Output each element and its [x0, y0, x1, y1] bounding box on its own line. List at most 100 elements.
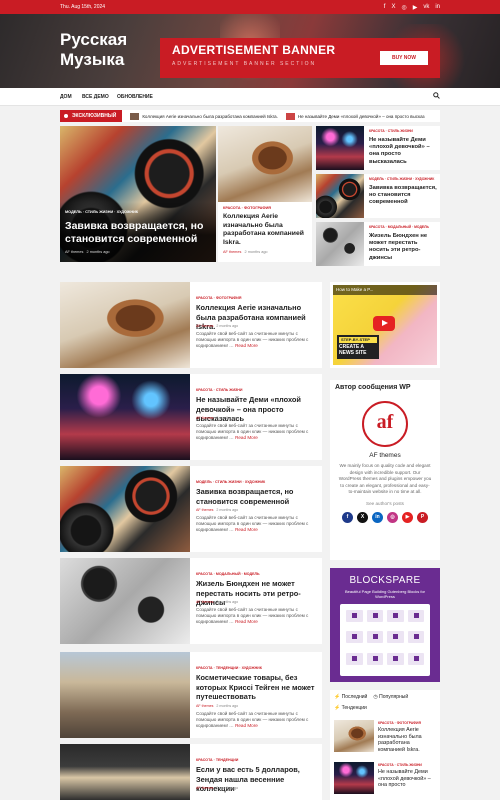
post-categories[interactable]: МОДЕЛЬ · СТИЛЬ ЖИЗНИ · ХУДОЖНИК — [65, 210, 138, 214]
ticker-item[interactable]: Не называйте Деми «плохой девочкой» – он… — [285, 112, 425, 120]
featured-main-post[interactable]: МОДЕЛЬ · СТИЛЬ ЖИЗНИ · ХУДОЖНИК Завивка … — [60, 126, 216, 262]
play-icon[interactable] — [373, 316, 395, 331]
post-categories[interactable]: КРАСОТА · МОДАЛЬНЫЙ · МОДЕЛЬ — [196, 572, 260, 576]
featured-side-post[interactable]: КРАСОТА · МОДАЛЬНЫЙ · МОДЕЛЬ Жизель Бюнд… — [316, 222, 440, 266]
linkedin-icon[interactable]: in — [435, 4, 440, 11]
read-more-link[interactable]: Read More — [235, 723, 258, 728]
featured-side-post[interactable]: МОДЕЛЬ · СТИЛЬ ЖИЗНИ · ХУДОЖНИК Завивка … — [316, 174, 440, 218]
blockspare-ad[interactable]: BLOCKSPARE Beautiful Page Building Guten… — [330, 568, 440, 682]
post-title[interactable]: Завивка возвращается, но становится совр… — [369, 185, 439, 207]
nav-item-all-demos[interactable]: ВСЕ ДЕМО — [82, 94, 109, 100]
instagram-icon[interactable]: ◎ — [401, 4, 406, 11]
video-player[interactable]: How to Make a P... STEP-BY-STEP CREATE A… — [333, 285, 437, 365]
post-image[interactable] — [316, 174, 364, 218]
instagram-icon[interactable]: ◎ — [387, 511, 398, 523]
video-banner-text: CREATE A NEWS SITE — [339, 344, 367, 356]
post-author[interactable]: AF themes — [223, 250, 241, 254]
nav-item-updates[interactable]: ОБНОВЛЕНИЕ — [117, 94, 153, 100]
post-categories[interactable]: КРАСОТА · ФОТОГРАФИЯ — [378, 721, 421, 725]
post-author[interactable]: AF themes — [196, 786, 213, 790]
ticker-item[interactable]: Коллекция Aerie изначально была разработ… — [130, 112, 278, 120]
post-categories[interactable]: КРАСОТА · СТИЛЬ ЖИЗНИ — [196, 388, 243, 392]
facebook-icon[interactable]: f — [384, 4, 386, 11]
advertisement-banner[interactable]: ADVERTISEMENT BANNER ADVERTISEMENT BANNE… — [160, 38, 440, 78]
post-time: 2 months ago — [86, 250, 110, 254]
author-logo-text: af — [376, 411, 394, 433]
tab-popular[interactable]: ◷ Популярный — [373, 694, 408, 700]
main-nav: ДОМ ВСЕ ДЕМО ОБНОВЛЕНИЕ — [0, 88, 500, 106]
read-more-link[interactable]: Read More — [235, 343, 258, 348]
post-image[interactable] — [60, 558, 190, 644]
blockspare-screenshot — [340, 604, 430, 676]
featured-side-post[interactable]: КРАСОТА · СТИЛЬ ЖИЗНИ Не называйте Деми … — [316, 126, 440, 170]
pinterest-icon[interactable]: P — [417, 511, 428, 523]
post-author[interactable]: AF themes — [196, 508, 213, 512]
post-image[interactable] — [60, 374, 190, 460]
nav-item-home[interactable]: ДОМ — [60, 94, 72, 100]
linkedin-icon[interactable]: in — [372, 511, 383, 523]
post-image[interactable] — [60, 282, 190, 368]
post-categories[interactable]: КРАСОТА · СТИЛЬ ЖИЗНИ — [378, 763, 422, 767]
post-image[interactable] — [316, 126, 364, 170]
post-categories[interactable]: МОДЕЛЬ · СТИЛЬ ЖИЗНИ · ХУДОЖНИК — [196, 480, 265, 484]
post-time: 2 months ago — [216, 324, 239, 328]
tab-post-item[interactable]: КРАСОТА · ФОТОГРАФИЯ Коллекция Aerie изн… — [334, 720, 436, 756]
post-title[interactable]: Косметические товары, без которых Криссі… — [196, 673, 318, 702]
post-title[interactable]: Не называйте Деми «плохой девочкой» – он… — [369, 137, 439, 166]
post-author[interactable]: AF themes — [196, 416, 213, 420]
post-image[interactable] — [334, 720, 374, 752]
featured-secondary-post[interactable]: КРАСОТА · ФОТОГРАФИЯ Коллекция Aerie изн… — [218, 126, 312, 262]
youtube-icon[interactable]: ▶ — [402, 511, 413, 523]
post-image[interactable] — [316, 222, 364, 266]
post-categories[interactable]: КРАСОТА · ТЕНДЕНЦИИ — [196, 758, 238, 762]
author-posts-link[interactable]: See author's posts — [334, 501, 436, 506]
post-image[interactable] — [60, 652, 190, 738]
search-icon[interactable] — [433, 92, 440, 101]
tab-trending[interactable]: ⚡ Тенденции — [334, 705, 436, 711]
x-icon[interactable]: X — [357, 511, 368, 523]
post-title[interactable]: Завивка возвращается, но становится совр… — [196, 487, 318, 506]
post-title[interactable]: Жизель Бюндхен не может перестать носить… — [369, 233, 439, 262]
author-logo[interactable]: af — [362, 401, 408, 447]
vk-icon[interactable]: vk — [423, 4, 429, 11]
post-categories[interactable]: МОДЕЛЬ · СТИЛЬ ЖИЗНИ · ХУДОЖНИК — [369, 177, 439, 181]
post-author[interactable]: AF themes — [196, 600, 213, 604]
list-post: КРАСОТА · МОДАЛЬНЫЙ · МОДЕЛЬ Жизель Бюнд… — [60, 558, 322, 644]
tab-trending-label: Тенденции — [341, 705, 367, 711]
post-title[interactable]: Коллекция Aerie изначально была разработ… — [223, 213, 309, 247]
read-more-link[interactable]: Read More — [235, 435, 258, 440]
post-title[interactable]: Завивка возвращается, но становится совр… — [65, 220, 213, 246]
youtube-icon[interactable]: ▶ — [413, 4, 418, 11]
author-name[interactable]: AF themes — [334, 452, 436, 459]
tab-latest[interactable]: ⚡ Последний — [334, 694, 367, 700]
post-categories[interactable]: КРАСОТА · СТИЛЬ ЖИЗНИ — [369, 129, 439, 133]
list-post: КРАСОТА · СТИЛЬ ЖИЗНИ Не называйте Деми … — [60, 374, 322, 460]
post-categories[interactable]: КРАСОТА · МОДАЛЬНЫЙ · МОДЕЛЬ — [369, 225, 439, 229]
post-author[interactable]: AF themes — [196, 704, 213, 708]
top-bar: Thu. Aug 15th, 2024 f X ◎ ▶ vk in — [0, 0, 500, 14]
read-more-link[interactable]: Read More — [235, 619, 258, 624]
post-categories[interactable]: КРАСОТА · ТЕНДЕНЦИИ · ХУДОЖНИК — [196, 666, 262, 670]
block-icon — [366, 631, 383, 644]
site-title[interactable]: Русская Музыка — [60, 30, 127, 70]
block-icon — [407, 610, 424, 622]
tabbed-posts-widget: ⚡ Последний ◷ Популярный ⚡ Тенденции КРА… — [330, 690, 440, 800]
post-author[interactable]: AF themes — [65, 250, 83, 254]
post-title[interactable]: Не называйте Деми «плохой девочкой» – он… — [378, 769, 436, 789]
post-categories[interactable]: КРАСОТА · ФОТОГРАФИЯ — [196, 296, 241, 300]
tab-post-item[interactable]: КРАСОТА · СТИЛЬ ЖИЗНИ Не называйте Деми … — [334, 762, 436, 798]
post-author[interactable]: AF themes — [196, 324, 213, 328]
post-categories[interactable]: КРАСОТА · ФОТОГРАФИЯ — [223, 206, 271, 210]
post-image[interactable] — [60, 466, 190, 552]
post-excerpt: Создайте свой веб-сайт за считанные мину… — [196, 423, 318, 442]
post-image[interactable] — [334, 762, 374, 794]
x-icon[interactable]: X — [391, 4, 395, 11]
post-image[interactable] — [60, 744, 190, 800]
block-icon — [387, 652, 404, 665]
facebook-icon[interactable]: f — [342, 511, 353, 523]
post-title[interactable]: Коллекция Aerie изначально была разработ… — [378, 727, 436, 753]
ticker-item-text: Не называйте Деми «плохой девочкой» – он… — [297, 113, 425, 119]
post-image[interactable] — [218, 126, 312, 202]
buy-now-button[interactable]: BUY NOW — [380, 51, 428, 65]
read-more-link[interactable]: Read More — [235, 527, 258, 532]
